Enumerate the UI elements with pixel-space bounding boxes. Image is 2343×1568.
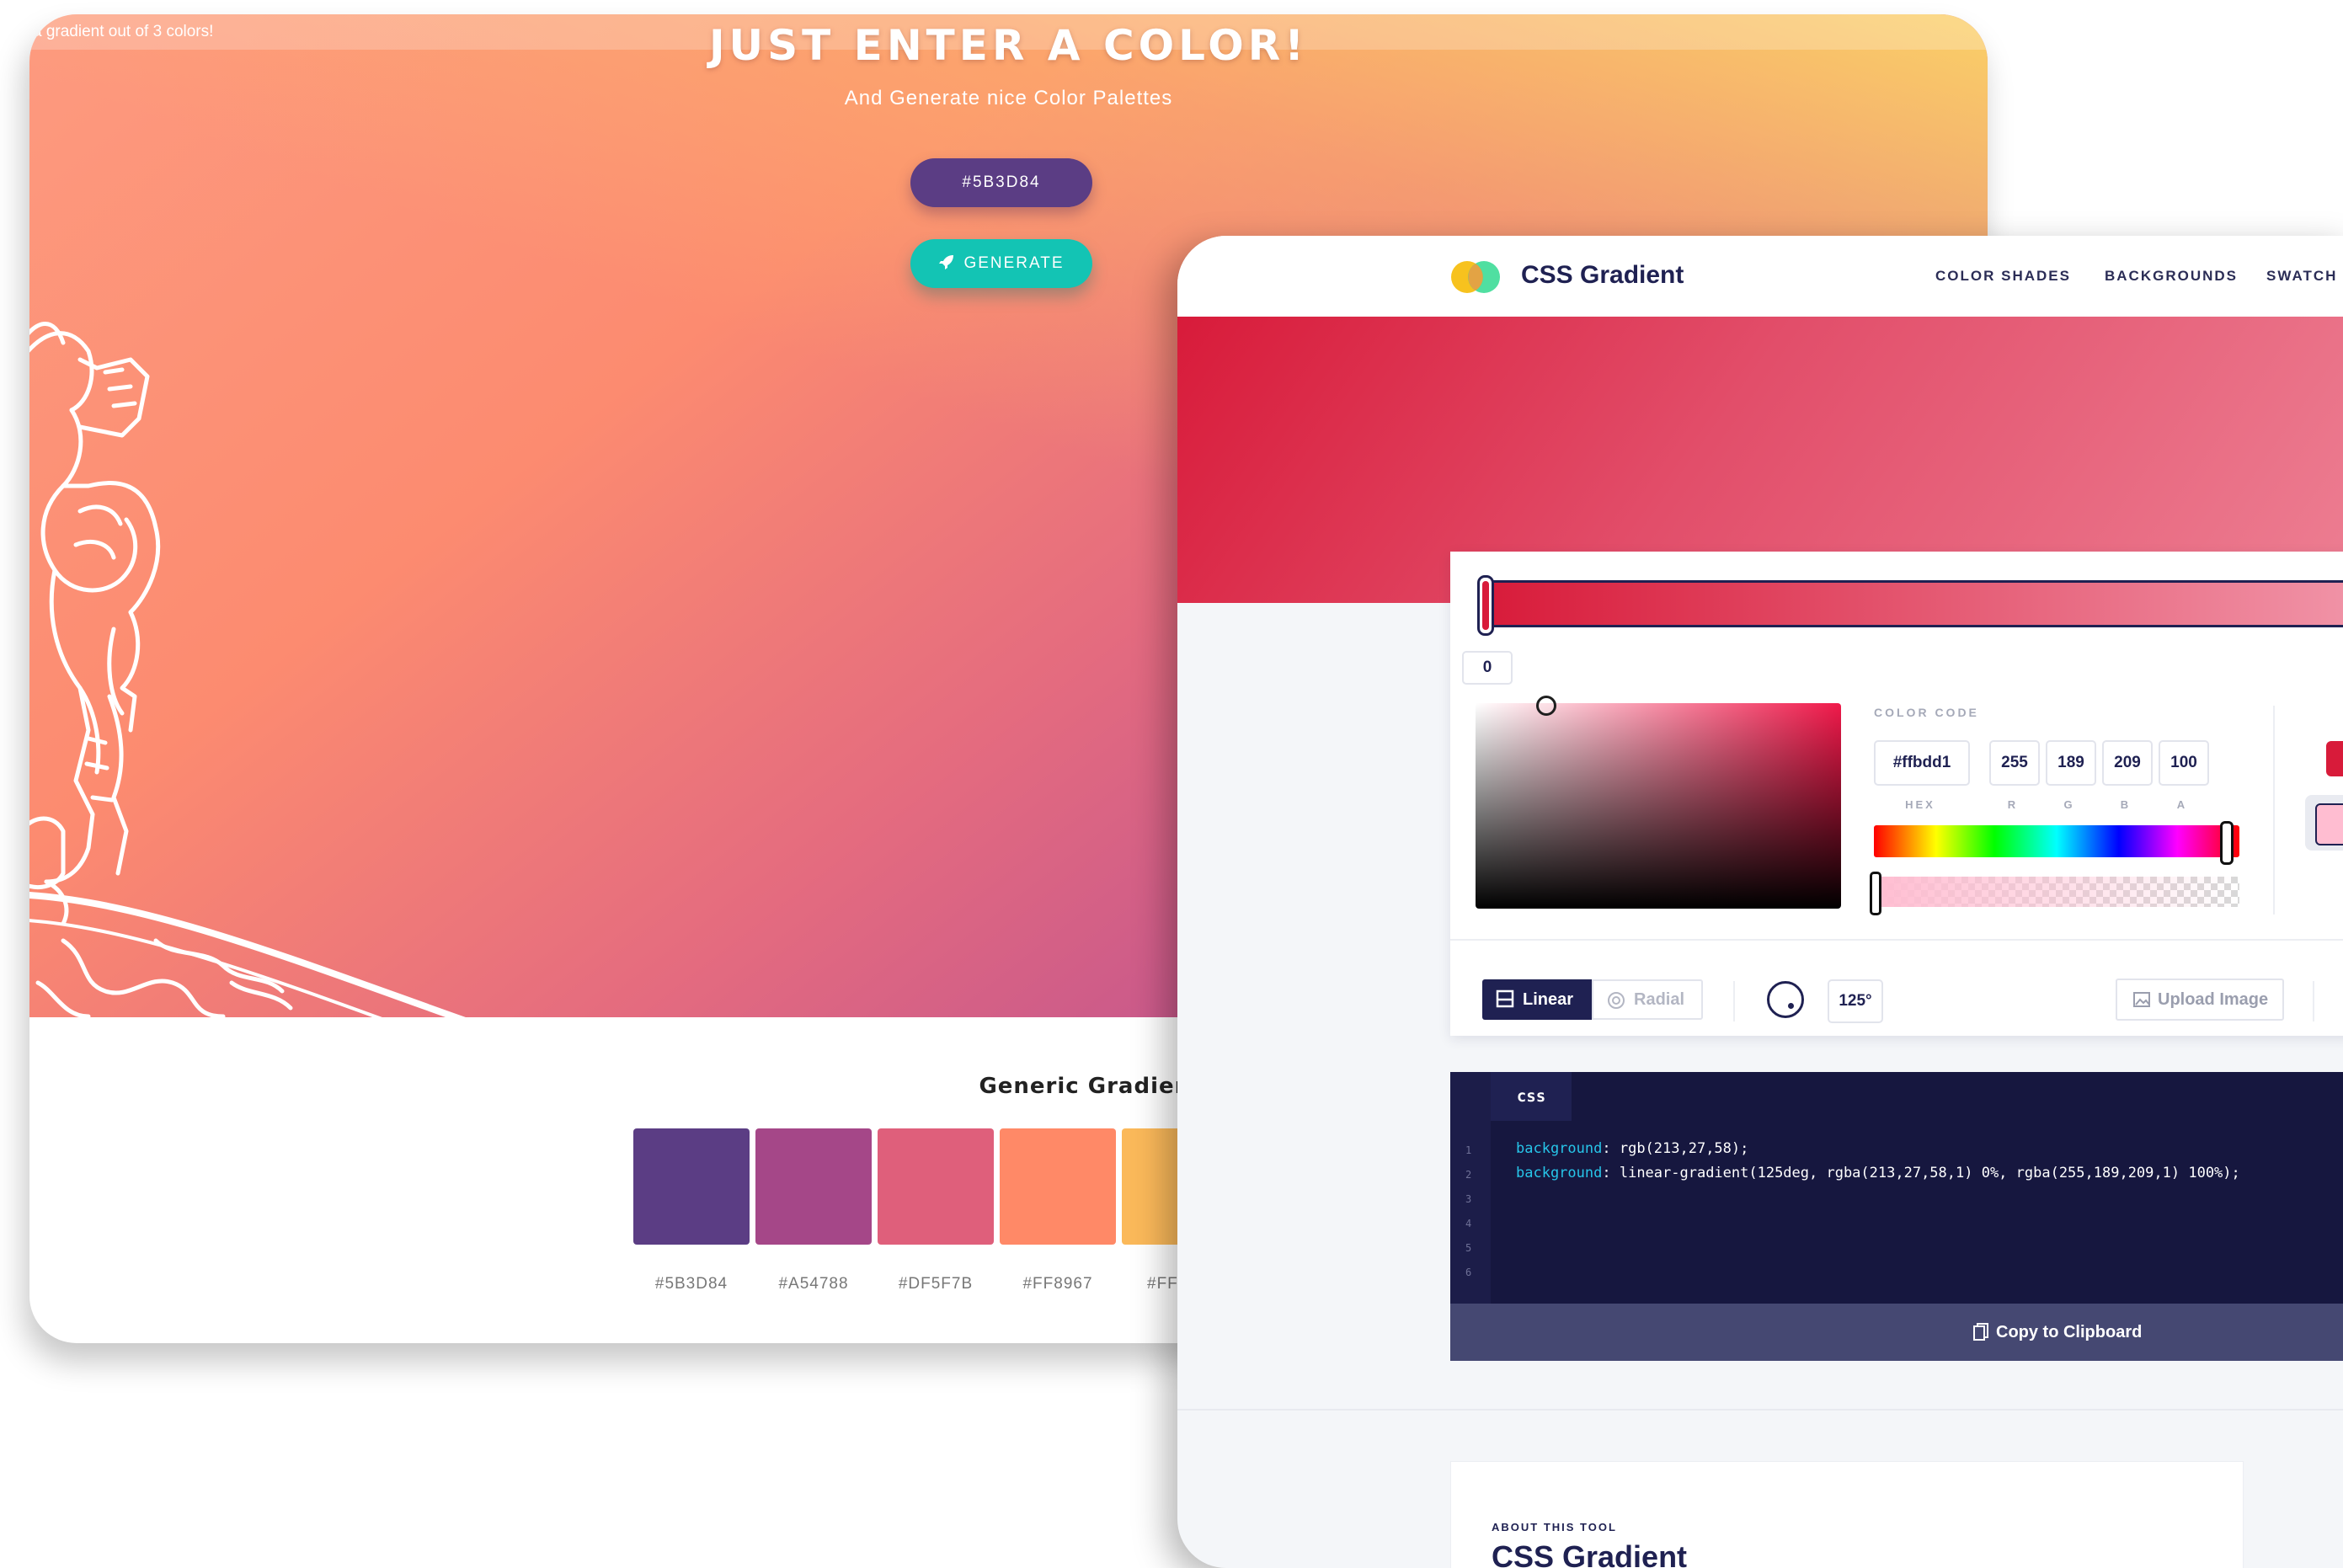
palette-swatch[interactable] (1000, 1128, 1116, 1245)
top-navbar: CSS Gradient COLOR SHADES BACKGROUNDS SW… (1177, 236, 2343, 317)
nav-color-shades[interactable]: COLOR SHADES (1935, 268, 2071, 285)
color-code-label: COLOR CODE (1874, 706, 1979, 719)
line-number: 4 (1465, 1218, 1472, 1229)
r-label: R (2007, 798, 2019, 811)
saturation-value-picker[interactable] (1476, 703, 1841, 909)
divider (1177, 1409, 2343, 1411)
swatch-hex: #FF8967 (1022, 1275, 1093, 1293)
linear-label: Linear (1523, 990, 1574, 1009)
divider (2273, 706, 2275, 915)
divider (1450, 939, 2343, 941)
color-input[interactable]: #5B3D84 (910, 158, 1092, 207)
copy-icon (1973, 1323, 1988, 1341)
line-number: 5 (1465, 1242, 1472, 1254)
css-property: background (1516, 1140, 1603, 1157)
angle-dial[interactable] (1767, 981, 1804, 1018)
r-input[interactable]: 255 (1989, 740, 2040, 786)
color-stop-handle[interactable] (1477, 575, 1494, 636)
hue-slider-handle[interactable] (2220, 821, 2234, 865)
radial-icon (1608, 992, 1625, 1009)
swatch-hex: #5B3D84 (654, 1275, 729, 1293)
generate-label: GENERATE (963, 254, 1065, 272)
astronaut-illustration (29, 322, 488, 1025)
copy-to-clipboard-button[interactable]: Copy to Clipboard (1450, 1304, 2343, 1361)
angle-input[interactable]: 125° (1828, 979, 1883, 1023)
page-subtitle: And Generate nice Color Palettes (844, 87, 1173, 109)
linear-icon (1496, 989, 1514, 1008)
logo-icon (1451, 261, 1500, 293)
a-input[interactable]: 100 (2159, 740, 2209, 786)
stop-position-input[interactable]: 0 (1462, 651, 1513, 685)
css-gradient-window: CSS Gradient COLOR SHADES BACKGROUNDS SW… (1177, 236, 2343, 1568)
about-title: CSS Gradient (1492, 1539, 1688, 1568)
radial-button[interactable]: Radial (1592, 979, 1703, 1020)
gradient-editor-panel: 0 COLOR CODE #ffbdd1 255 189 209 100 HEX… (1450, 552, 2343, 1036)
image-icon (2133, 992, 2150, 1007)
line-number: 3 (1465, 1193, 1472, 1205)
b-label: B (2120, 798, 2132, 811)
a-label: A (2176, 798, 2188, 811)
picker-cursor[interactable] (1536, 696, 1556, 716)
css-value: rgb(213,27,58); (1610, 1140, 1749, 1157)
upload-image-button[interactable]: Upload Image (2116, 979, 2284, 1021)
alpha-slider[interactable] (1874, 877, 2239, 907)
rocket-icon (939, 254, 954, 269)
css-value: linear-gradient(125deg, rgba(213,27,58,1… (1610, 1165, 2240, 1181)
line-number: 2 (1465, 1169, 1472, 1181)
alpha-slider-handle[interactable] (1870, 872, 1881, 915)
hue-slider[interactable] (1874, 825, 2239, 857)
upload-image-label: Upload Image (2158, 990, 2269, 1009)
palette-swatch[interactable] (878, 1128, 994, 1245)
css-property: background (1516, 1165, 1603, 1181)
radial-label: Radial (1634, 990, 1685, 1009)
about-section: ABOUT THIS TOOL CSS Gradient (1450, 1461, 2244, 1568)
swatch-hex: #DF5F7B (898, 1275, 974, 1293)
brand-name[interactable]: CSS Gradient (1521, 261, 1684, 290)
divider (1733, 981, 1735, 1021)
code-output-panel: css 1 2 3 4 5 6 background: rgb(213,27,5… (1450, 1072, 2343, 1361)
g-label: G (2063, 798, 2075, 811)
page-title: JUST ENTER A COLOR! (708, 21, 1309, 70)
divider (2313, 981, 2314, 1021)
line-number: 6 (1465, 1267, 1472, 1278)
about-kicker: ABOUT THIS TOOL (1492, 1521, 1617, 1533)
stop-swatch-pink[interactable] (2305, 795, 2343, 851)
nav-swatches[interactable]: SWATCH (2266, 268, 2337, 285)
g-input[interactable]: 189 (2046, 740, 2096, 786)
nav-backgrounds[interactable]: BACKGROUNDS (2105, 268, 2238, 285)
swatch-hex: #A54788 (778, 1275, 849, 1293)
palette-swatch[interactable] (633, 1128, 750, 1245)
code-line[interactable]: background: linear-gradient(125deg, rgba… (1516, 1165, 2240, 1181)
line-number: 1 (1465, 1144, 1472, 1156)
stop-swatch-red[interactable] (2326, 741, 2343, 776)
code-line[interactable]: background: rgb(213,27,58); (1516, 1140, 1748, 1157)
b-input[interactable]: 209 (2102, 740, 2153, 786)
linear-button[interactable]: Linear (1482, 979, 1592, 1020)
palette-swatch[interactable] (755, 1128, 872, 1245)
gradient-stop-bar[interactable] (1482, 580, 2343, 627)
hex-input[interactable]: #ffbdd1 (1874, 740, 1970, 786)
copy-label: Copy to Clipboard (1996, 1323, 2143, 1341)
hex-label: HEX (1905, 798, 1935, 811)
tab-css[interactable]: css (1491, 1072, 1572, 1121)
generate-button[interactable]: GENERATE (910, 239, 1092, 288)
